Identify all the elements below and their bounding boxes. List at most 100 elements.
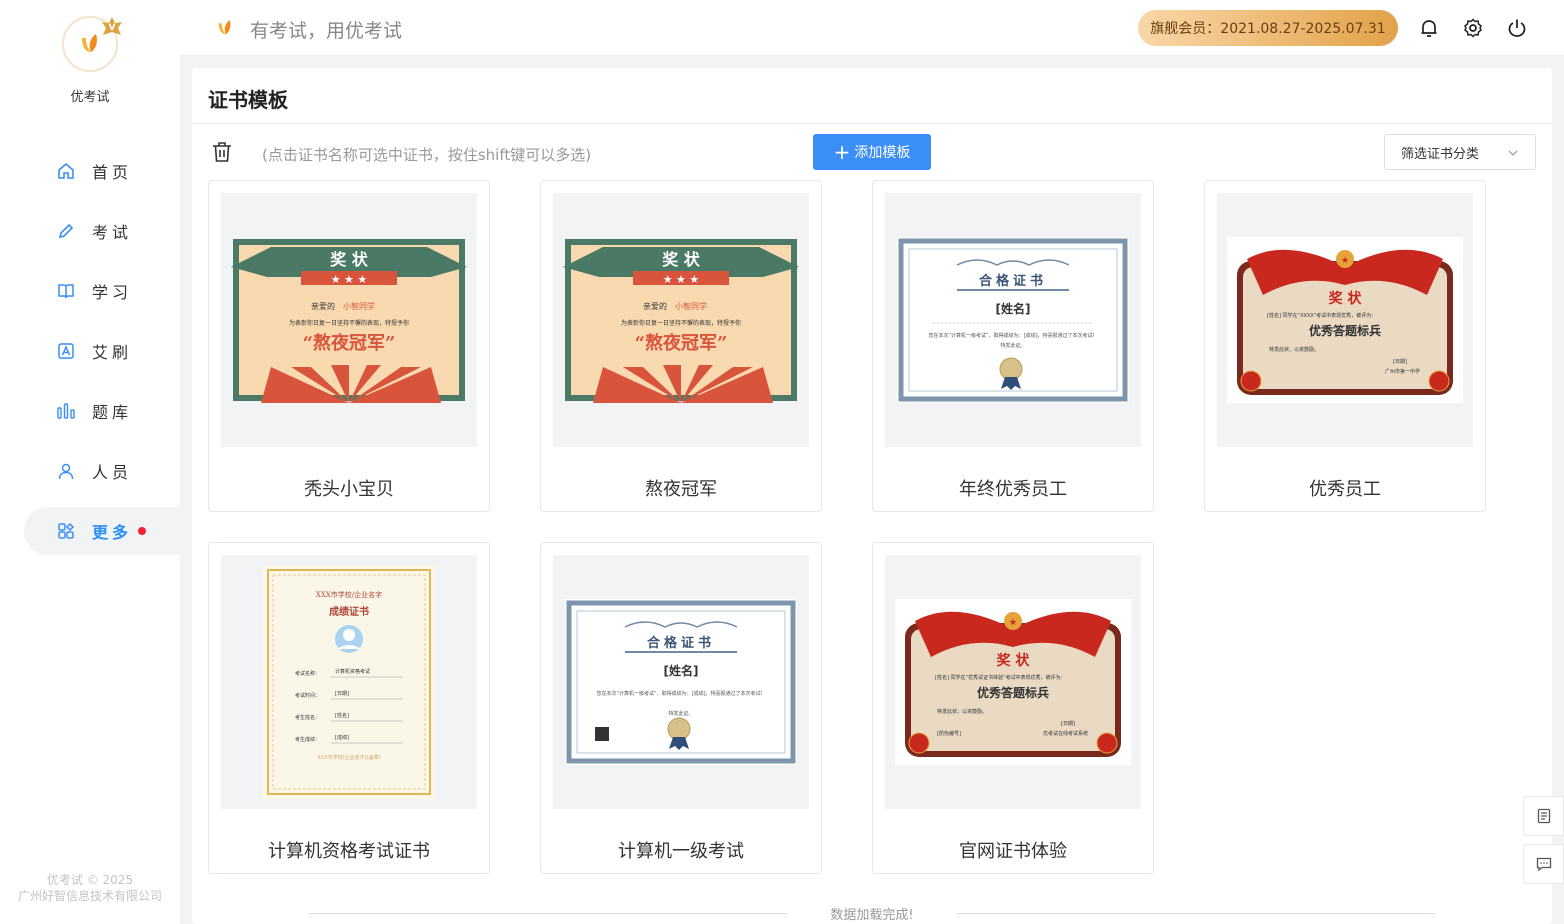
score-value: 计算机资格考试	[335, 668, 370, 675]
sidebar-item-question-bank[interactable]: 题库	[24, 387, 180, 435]
certificate-name[interactable]: 计算机一级考试	[541, 837, 821, 863]
certificate-thumbnail[interactable]: 奖 状 ★ ★ ★ 亲爱的 小智同学 为表彰你日复一日坚持不懈的表现，特授予你 …	[221, 193, 477, 447]
red-date: [日期]	[1061, 721, 1075, 727]
star-icon: ★	[1009, 618, 1017, 628]
score-field: 考试名称：	[295, 670, 320, 677]
score-org: XXX市学校/企业名字	[316, 590, 382, 599]
add-template-button[interactable]: + 添加模板	[813, 134, 931, 170]
chat-float-button[interactable]	[1523, 844, 1564, 884]
chevron-down-icon	[1508, 150, 1518, 156]
award-dear: 亲爱的	[311, 301, 335, 311]
qr-code-icon	[595, 727, 609, 741]
red-footer: 特发此状，以资鼓励。	[1269, 346, 1319, 353]
bell-icon[interactable]	[1418, 17, 1440, 39]
sidebar-item-label: 学习	[92, 283, 133, 302]
pass-title: 合格证书	[979, 273, 1047, 289]
sidebar-item-home[interactable]: 首页	[24, 147, 180, 195]
pass-certificate-image: 合格证书 [姓名] 您在本次“计算机一级考试”，取得成绩为：[成绩]，特喜报通过…	[565, 599, 797, 765]
award-title: 奖 状	[330, 250, 369, 269]
pass-body: 您在本次“计算机一级考试”，取得成绩为：[成绩]，特喜报通过了本次考试！	[596, 690, 765, 697]
red-title: 奖 状	[997, 652, 1031, 669]
score-field: 考生姓名：	[295, 714, 320, 721]
chat-icon	[1536, 857, 1551, 872]
power-icon[interactable]	[1506, 17, 1528, 39]
score-value: [成绩]	[335, 734, 349, 741]
red-footer: 特发此状，以资鼓励。	[937, 708, 987, 715]
score-field: 考试时间：	[295, 692, 320, 699]
red-body: [姓名] 同学在“XXXX”考试中表现优秀，被评为：	[1267, 312, 1376, 319]
bars-icon	[56, 401, 76, 421]
star-icon: ★	[1341, 256, 1349, 266]
pass-name: [姓名]	[664, 663, 699, 678]
sidebar-item-label: 题库	[92, 403, 133, 422]
award-name: 小智同学	[675, 301, 707, 311]
sidebar-item-people[interactable]: 人员	[24, 447, 180, 495]
red-title: 奖 状	[1329, 290, 1363, 307]
svg-text:V: V	[109, 23, 116, 33]
certificate-card[interactable]: 合格证书 [姓名] 您在本次“计算机一级考试”，取得成绩为：[成绩]，特喜报通过…	[540, 542, 822, 874]
certificate-thumbnail[interactable]: ★ 奖 状 [姓名] 同学在“XXXX”考试中表现优秀，被评为： 优秀答题标兵 …	[1217, 193, 1473, 447]
divider	[192, 123, 1552, 124]
certificate-card[interactable]: 奖 状 ★ ★ ★ 亲爱的 小智同学 为表彰你日复一日坚持不懈的表现，特授予你 …	[208, 180, 490, 512]
star-icon: ★ ★ ★	[331, 273, 368, 286]
certificate-name[interactable]: 计算机资格考试证书	[209, 837, 489, 863]
certificate-thumbnail[interactable]: 合格证书 [姓名] 您在本次“计算机一级考试”，取得成绩为：[成绩]，特喜报通过…	[553, 555, 809, 809]
award-retro-image: 奖 状 ★ ★ ★ 亲爱的 小智同学 为表彰你日复一日坚持不懈的表现，特授予你 …	[231, 239, 467, 403]
red-award-image: ★ 奖 状 [姓名] 同学在“优秀试证书体验”考试中表现优秀，被评为： 优秀答题…	[895, 599, 1131, 765]
certificate-thumbnail[interactable]: XXX市学校/企业名字 成绩证书 考试名称： 计算机资格考试 考试时间： [日期…	[221, 555, 477, 809]
certificate-name[interactable]: 优秀员工	[1205, 475, 1485, 501]
certificate-card[interactable]: 合格证书 [姓名] 您在本次“计算机一级考试”，取得成绩为：[成绩]，特喜报通过…	[872, 180, 1154, 512]
home-icon	[56, 161, 76, 181]
certificate-thumbnail[interactable]: 合格证书 [姓名] 您在本次“计算机一级考试”，取得成绩为：[成绩]，特喜报通过…	[885, 193, 1141, 447]
sidebar-item-more[interactable]: 更多	[24, 507, 180, 555]
vip-crown-icon: V	[102, 17, 122, 35]
pass-issue: 特发此证。	[668, 710, 693, 717]
slogan: 有考试，用优考试	[250, 20, 403, 42]
certificate-panel: 证书模板 (点击证书名称可选中证书，按住shift键可以多选) + 添加模板 筛…	[192, 68, 1552, 924]
top-bar: 有考试，用优考试 旗舰会员：2021.08.27-2025.07.31	[180, 0, 1564, 56]
certificate-thumbnail[interactable]: 奖 状 ★ ★ ★ 亲爱的 小智同学 为表彰你日复一日坚持不懈的表现，特授予你 …	[553, 193, 809, 447]
certificate-name[interactable]: 熬夜冠军	[541, 475, 821, 501]
award-main: “熬夜冠军”	[635, 332, 728, 354]
award-body: 为表彰你日复一日坚持不懈的表现，特授予你	[621, 319, 741, 327]
certificate-card[interactable]: ★ 奖 状 [姓名] 同学在“优秀试证书体验”考试中表现优秀，被评为： 优秀答题…	[872, 542, 1154, 874]
certificate-card[interactable]: ★ 奖 状 [姓名] 同学在“XXXX”考试中表现优秀，被评为： 优秀答题标兵 …	[1204, 180, 1486, 512]
user-icon	[56, 461, 76, 481]
certificate-card[interactable]: 奖 状 ★ ★ ★ 亲爱的 小智同学 为表彰你日复一日坚持不懈的表现，特授予你 …	[540, 180, 822, 512]
score-value: [姓名]	[335, 712, 349, 719]
sidebar-item-study[interactable]: 学习	[24, 267, 180, 315]
certificate-name[interactable]: 官网证书体验	[873, 837, 1153, 863]
category-filter-select[interactable]: 筛选证书分类	[1384, 134, 1536, 170]
red-date: [日期]	[1393, 359, 1407, 365]
pencil-icon	[56, 221, 76, 241]
red-main: 优秀答题标兵	[977, 685, 1049, 700]
sidebar-item-exam[interactable]: 考试	[24, 207, 180, 255]
load-complete-text: 数据加载完成!	[830, 908, 914, 923]
pass-title: 合格证书	[647, 635, 715, 651]
pass-certificate-image: 合格证书 [姓名] 您在本次“计算机一级考试”，取得成绩为：[成绩]，特喜报通过…	[897, 237, 1129, 403]
notification-dot	[138, 527, 147, 535]
plus-icon: +	[833, 140, 851, 164]
add-template-label: 添加模板	[854, 145, 911, 161]
page-title: 证书模板	[208, 88, 288, 112]
vip-badge[interactable]: 旗舰会员：2021.08.27-2025.07.31	[1138, 10, 1398, 46]
pass-body: 您在本次“计算机一级考试”，取得成绩为：[成绩]，特喜报通过了本次考试！	[928, 332, 1097, 339]
book-icon	[56, 281, 76, 301]
red-award-image: ★ 奖 状 [姓名] 同学在“XXXX”考试中表现优秀，被评为： 优秀答题标兵 …	[1227, 237, 1463, 403]
gear-icon[interactable]	[1462, 17, 1484, 39]
trash-icon[interactable]	[210, 140, 234, 164]
sidebar-item-aishua[interactable]: 艾刷	[24, 327, 180, 375]
award-title: 奖 状	[662, 250, 701, 269]
copyright-line: 优考试 © 2025	[46, 873, 134, 887]
certificate-card[interactable]: XXX市学校/企业名字 成绩证书 考试名称： 计算机资格考试 考试时间： [日期…	[208, 542, 490, 874]
logo-small-icon	[218, 20, 231, 35]
pass-issue: 特发此证。	[1000, 342, 1025, 349]
award-dear: 亲爱的	[643, 301, 667, 311]
notes-float-button[interactable]	[1523, 796, 1564, 836]
award-retro-image: 奖 状 ★ ★ ★ 亲爱的 小智同学 为表彰你日复一日坚持不懈的表现，特授予你 …	[563, 239, 799, 403]
copyright: 优考试 © 2025 广州好智信息技术有限公司	[0, 872, 180, 904]
certificate-thumbnail[interactable]: ★ 奖 状 [姓名] 同学在“优秀试证书体验”考试中表现优秀，被评为： 优秀答题…	[885, 555, 1141, 809]
certificate-name[interactable]: 年终优秀员工	[873, 475, 1153, 501]
apps-icon	[56, 521, 76, 541]
certificate-name[interactable]: 秃头小宝贝	[209, 475, 489, 501]
